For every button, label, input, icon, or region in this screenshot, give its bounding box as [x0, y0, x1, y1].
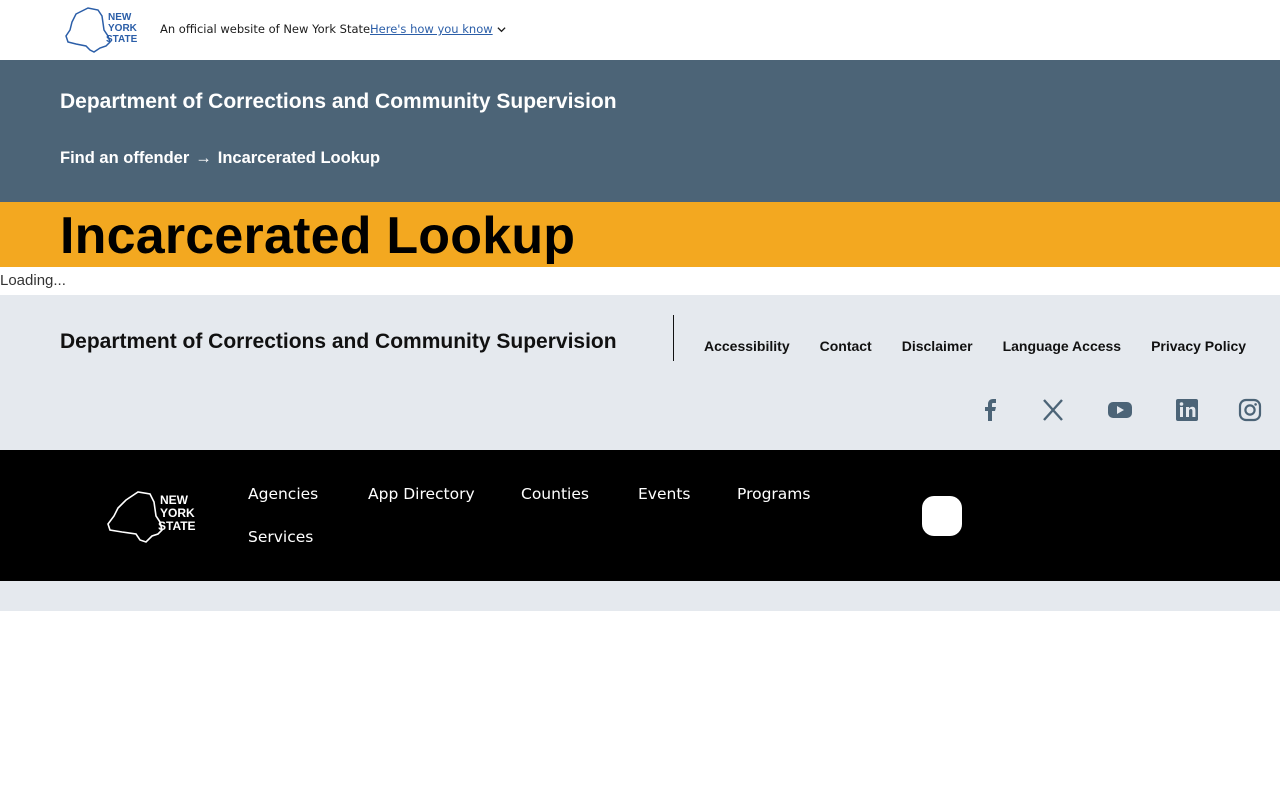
- svg-text:NEW: NEW: [160, 493, 189, 507]
- page-title: Incarcerated Lookup: [60, 207, 576, 265]
- svg-text:STATE: STATE: [158, 519, 196, 533]
- page-title-band: Incarcerated Lookup: [0, 202, 1280, 267]
- agency-header: Department of Corrections and Community …: [0, 60, 1280, 202]
- loading-text: Loading...: [0, 272, 66, 289]
- footer-link-events[interactable]: Events: [638, 485, 690, 503]
- footer-link-services[interactable]: Services: [248, 528, 313, 546]
- footer-agency-name[interactable]: Department of Corrections and Community …: [60, 330, 617, 354]
- agency-name[interactable]: Department of Corrections and Community …: [60, 90, 617, 114]
- footer-link-counties[interactable]: Counties: [521, 485, 589, 503]
- facebook-icon[interactable]: [978, 397, 1004, 423]
- svg-text:YORK: YORK: [108, 23, 138, 34]
- svg-text:STATE: STATE: [106, 34, 138, 45]
- footer-link-app-directory[interactable]: App Directory: [368, 485, 475, 503]
- linkedin-icon[interactable]: [1174, 397, 1200, 423]
- footer-link-disclaimer[interactable]: Disclaimer: [902, 338, 973, 354]
- svg-text:YORK: YORK: [160, 506, 195, 520]
- footer-link-accessibility[interactable]: Accessibility: [704, 338, 790, 354]
- breadcrumb-current[interactable]: Incarcerated Lookup: [218, 149, 380, 168]
- footer-widget-button[interactable]: [922, 496, 962, 536]
- youtube-icon[interactable]: [1107, 397, 1133, 423]
- breadcrumb-separator: →: [195, 149, 212, 167]
- nys-footer-logo[interactable]: NEW YORK STATE: [106, 486, 202, 544]
- agency-footer: Department of Corrections and Community …: [0, 295, 1280, 450]
- breadcrumb-find-offender[interactable]: Find an offender: [60, 149, 189, 168]
- official-site-text: An official website of New York State.: [160, 22, 374, 36]
- footer-links: Accessibility Contact Disclaimer Languag…: [704, 338, 1276, 354]
- footer-divider: [673, 315, 674, 361]
- x-icon[interactable]: [1040, 397, 1066, 423]
- footer-link-programs[interactable]: Programs: [737, 485, 810, 503]
- footer-link-agencies[interactable]: Agencies: [248, 485, 318, 503]
- instagram-icon[interactable]: [1237, 397, 1263, 423]
- footer-link-contact[interactable]: Contact: [820, 338, 872, 354]
- universal-header: NEW YORK STATE An official website of Ne…: [0, 0, 1280, 60]
- how-you-know-label: Here's how you know: [370, 22, 493, 36]
- footer-link-privacy-policy[interactable]: Privacy Policy: [1151, 338, 1246, 354]
- chevron-down-icon: [497, 26, 506, 32]
- svg-text:NEW: NEW: [108, 12, 132, 23]
- global-footer: NEW YORK STATE Agencies App Directory Co…: [0, 450, 1280, 581]
- nys-logo[interactable]: NEW YORK STATE: [64, 6, 144, 54]
- footer-link-language-access[interactable]: Language Access: [1003, 338, 1122, 354]
- bottom-strip: [0, 581, 1280, 611]
- breadcrumb: Find an offender → Incarcerated Lookup: [60, 149, 380, 168]
- how-you-know-link[interactable]: Here's how you know: [370, 22, 506, 36]
